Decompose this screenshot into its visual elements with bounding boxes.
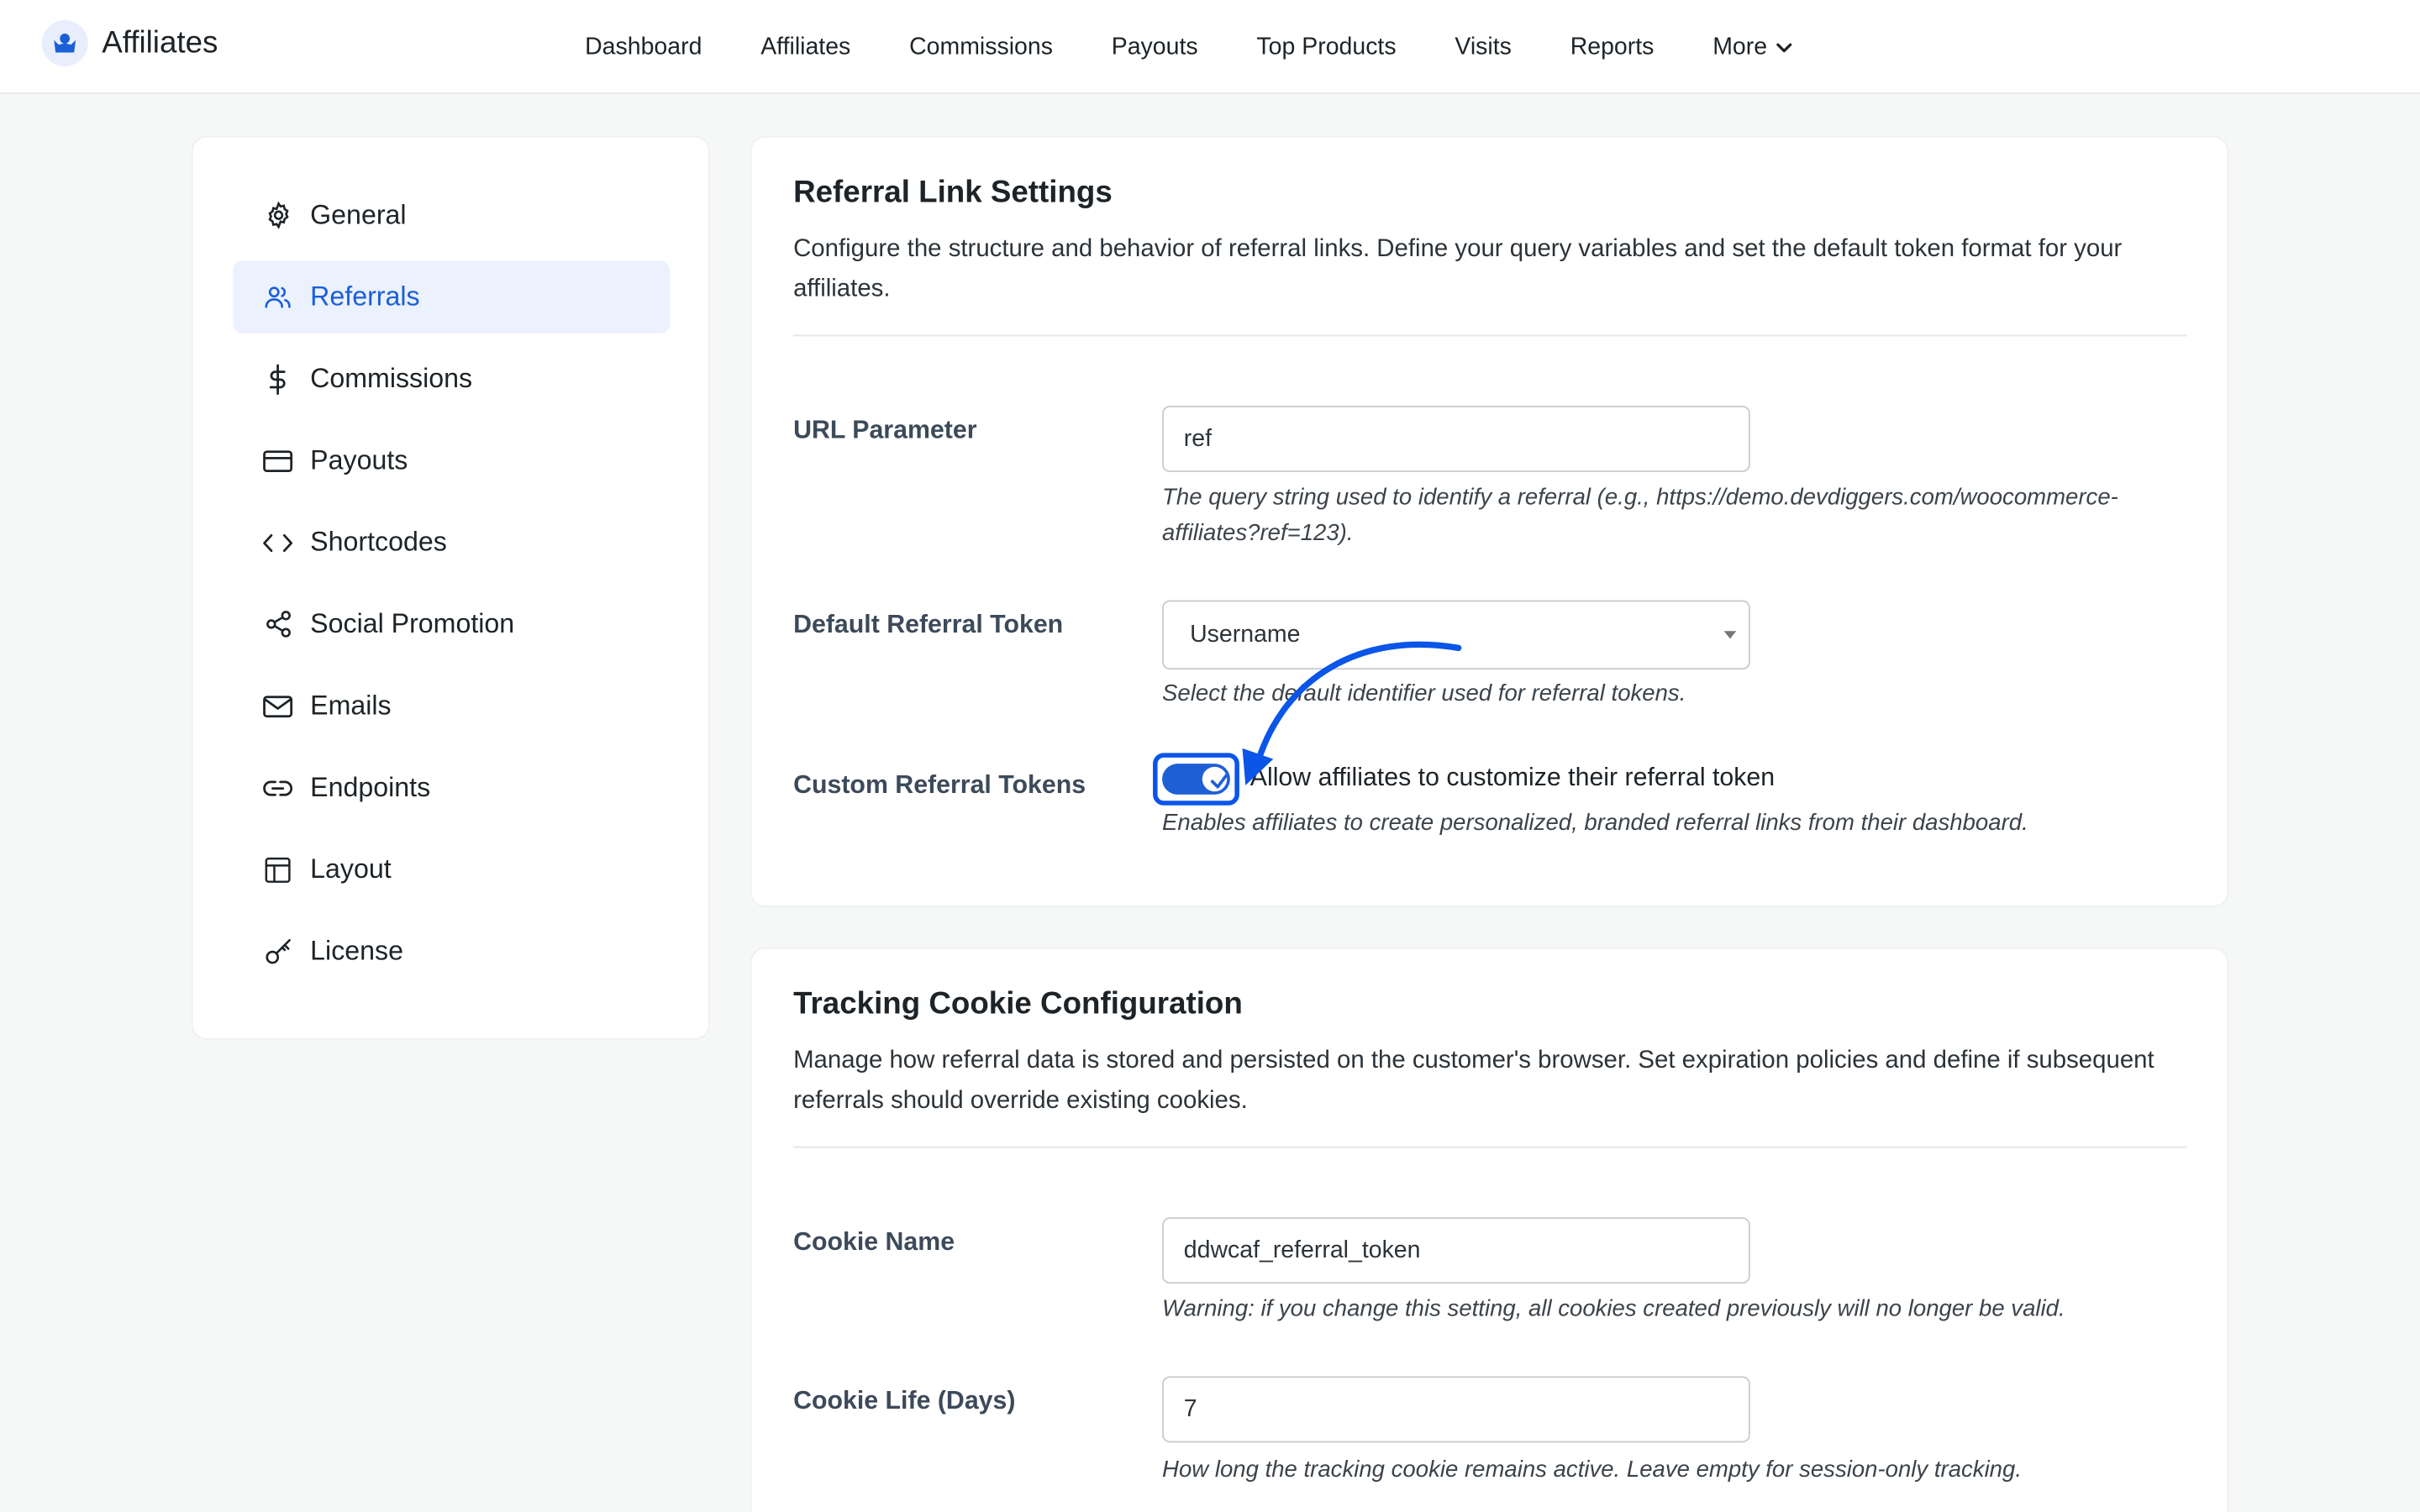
section-divider xyxy=(793,334,2187,337)
sidebar-item-layout[interactable]: Layout xyxy=(233,833,670,906)
tracking-cookie-configuration-card: Tracking Cookie Configuration Manage how… xyxy=(750,947,2229,1512)
sidebar-item-general[interactable]: General xyxy=(233,179,670,251)
cookie-name-help: Warning: if you change this setting, all… xyxy=(1162,1295,2065,1323)
settings-sidebar: General Referrals Commissions Payouts Sh… xyxy=(191,135,710,1040)
key-icon xyxy=(262,936,293,967)
affiliates-logo-icon xyxy=(41,19,88,66)
sidebar-item-label: Payouts xyxy=(310,444,408,475)
cookie-life-input[interactable]: 7 xyxy=(1162,1376,1750,1443)
cookie-life-value: 7 xyxy=(1183,1395,1197,1422)
dollar-icon xyxy=(262,363,293,395)
section-description: Configure the structure and behavior of … xyxy=(793,236,2123,302)
sidebar-item-label: Referrals xyxy=(310,281,420,312)
url-parameter-label: URL Parameter xyxy=(793,416,977,444)
custom-referral-tokens-toggle-label[interactable]: Allow affiliates to customize their refe… xyxy=(1250,764,1775,793)
mail-icon xyxy=(262,690,293,722)
sidebar-item-payouts[interactable]: Payouts xyxy=(233,424,670,496)
top-bar: Affiliates Dashboard Affiliates Commissi… xyxy=(0,0,2420,95)
nav-visits[interactable]: Visits xyxy=(1455,33,1512,60)
sidebar-item-label: Social Promotion xyxy=(310,607,515,639)
brand[interactable]: Affiliates xyxy=(41,19,218,66)
section-description: Manage how referral data is stored and p… xyxy=(793,1047,2154,1115)
url-parameter-value: ref xyxy=(1183,425,1213,452)
users-icon xyxy=(262,281,293,312)
nav-more[interactable]: More xyxy=(1712,33,1793,60)
cookie-life-label: Cookie Life (Days) xyxy=(793,1387,1016,1415)
nav-commissions[interactable]: Commissions xyxy=(909,33,1053,60)
section-title: Tracking Cookie Configuration xyxy=(793,987,1243,1021)
nav-top-products[interactable]: Top Products xyxy=(1256,33,1396,60)
chevron-down-icon xyxy=(1776,42,1792,52)
credit-card-icon xyxy=(262,445,293,476)
sidebar-item-social-promotion[interactable]: Social Promotion xyxy=(233,588,670,660)
check-icon xyxy=(1210,773,1229,789)
sidebar-item-label: License xyxy=(310,935,403,966)
brand-name: Affiliates xyxy=(102,25,218,60)
sidebar-item-label: Shortcodes xyxy=(310,526,447,558)
cookie-name-value: ddwcaf_referral_token xyxy=(1183,1236,1421,1263)
custom-referral-tokens-highlight xyxy=(1153,753,1239,806)
cookie-name-input[interactable]: ddwcaf_referral_token xyxy=(1162,1217,1750,1284)
link-icon xyxy=(262,772,293,803)
sidebar-item-label: Endpoints xyxy=(310,771,431,803)
sidebar-item-shortcodes[interactable]: Shortcodes xyxy=(233,506,670,578)
sidebar-item-label: General xyxy=(310,198,407,230)
cookie-name-label: Cookie Name xyxy=(793,1228,955,1257)
nav-more-label: More xyxy=(1712,33,1768,60)
section-title: Referral Link Settings xyxy=(793,176,1113,210)
layout-icon xyxy=(262,854,293,885)
section-divider xyxy=(793,1146,2187,1148)
nav-affiliates[interactable]: Affiliates xyxy=(760,33,850,60)
sidebar-item-referrals[interactable]: Referrals xyxy=(233,260,671,333)
share-icon xyxy=(262,609,293,640)
referral-link-settings-card: Referral Link Settings Configure the str… xyxy=(750,135,2229,908)
nav-dashboard[interactable]: Dashboard xyxy=(585,33,702,60)
sidebar-item-label: Emails xyxy=(310,690,392,721)
sidebar-item-commissions[interactable]: Commissions xyxy=(233,343,670,415)
sidebar-item-license[interactable]: License xyxy=(233,915,670,987)
sidebar-item-label: Commissions xyxy=(310,362,473,394)
default-referral-token-select[interactable]: Username xyxy=(1162,600,1750,670)
custom-referral-tokens-label: Custom Referral Tokens xyxy=(793,771,1086,800)
gear-icon xyxy=(262,200,293,231)
default-referral-token-value: Username xyxy=(1190,621,1301,648)
custom-referral-tokens-help: Enables affiliates to create personalize… xyxy=(1162,810,2028,837)
sidebar-item-endpoints[interactable]: Endpoints xyxy=(233,751,670,823)
url-parameter-help: The query string used to identify a refe… xyxy=(1162,484,2118,547)
sidebar-item-label: Layout xyxy=(310,853,392,885)
main-nav: Dashboard Affiliates Commissions Payouts… xyxy=(585,0,1852,94)
sidebar-item-emails[interactable]: Emails xyxy=(233,669,670,742)
custom-referral-tokens-toggle[interactable] xyxy=(1162,764,1230,795)
code-icon xyxy=(262,527,293,558)
nav-reports[interactable]: Reports xyxy=(1570,33,1655,60)
default-referral-token-help: Select the default identifier used for r… xyxy=(1162,680,1686,707)
default-referral-token-label: Default Referral Token xyxy=(793,611,1064,639)
nav-payouts[interactable]: Payouts xyxy=(1112,33,1198,60)
caret-down-icon xyxy=(1723,631,1737,639)
cookie-life-help: How long the tracking cookie remains act… xyxy=(1162,1456,2023,1483)
url-parameter-input[interactable]: ref xyxy=(1162,406,1750,473)
